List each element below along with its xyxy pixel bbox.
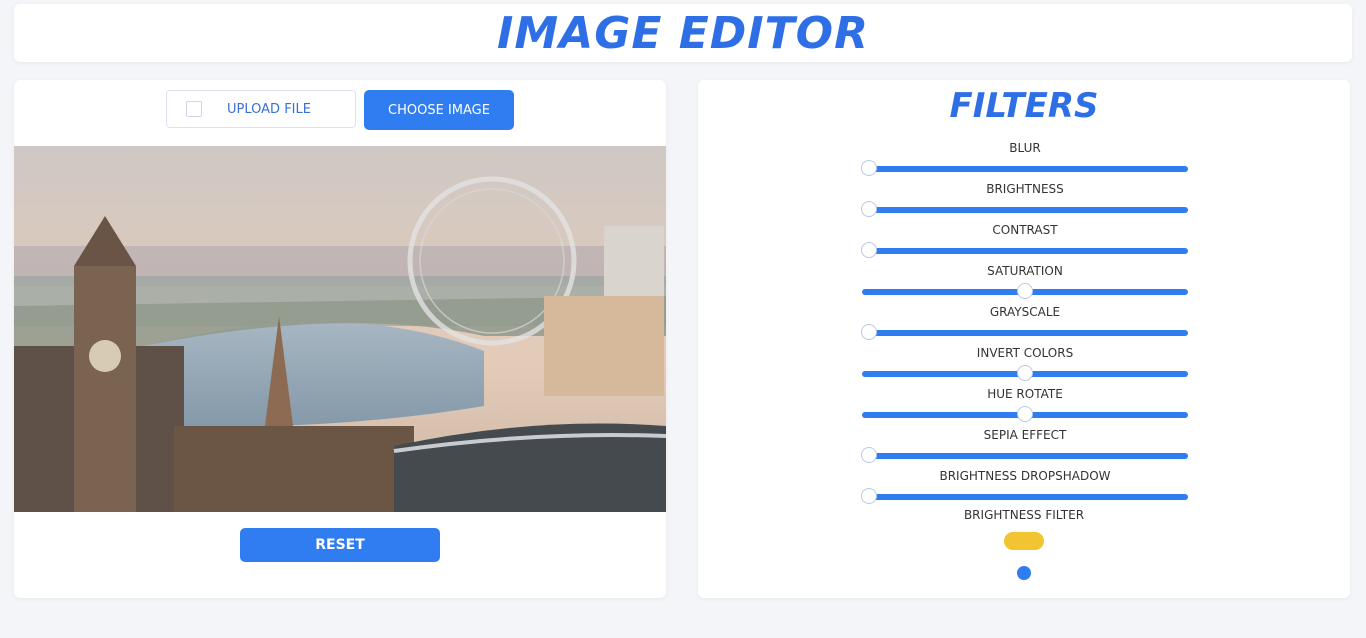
filter-slider[interactable] (862, 365, 1188, 381)
slider-thumb[interactable] (1017, 406, 1033, 422)
filter-item: CONTRAST (860, 222, 1188, 263)
slider-thumb[interactable] (860, 242, 877, 258)
slider-thumb[interactable] (860, 488, 877, 504)
app-title: IMAGE EDITOR (497, 7, 869, 59)
filter-label: BRIGHTNESS (986, 182, 1064, 196)
filter-slider[interactable] (862, 406, 1188, 422)
brightness-filter-label: BRIGHTNESS FILTER (963, 508, 1085, 522)
file-upload-input[interactable]: UPLOAD FILE (166, 90, 356, 128)
filter-item: BLUR (860, 140, 1188, 181)
filter-label: INVERT COLORS (976, 346, 1074, 360)
filter-slider[interactable] (862, 283, 1188, 299)
filter-label: GRAYSCALE (989, 305, 1061, 319)
choose-image-button[interactable]: CHOOSE IMAGE (364, 90, 514, 130)
filter-label: BRIGHTNESS DROPSHADOW (939, 469, 1111, 483)
filter-item: SATURATION (862, 263, 1188, 304)
filters-list: BLUR BRIGHTNESS CONTRAST SATURATION GRAYSCAL… (860, 140, 1188, 509)
filter-label: SATURATION (987, 264, 1063, 278)
slider-track (862, 166, 1188, 172)
slider-thumb[interactable] (860, 447, 877, 463)
filter-item: INVERT COLORS (862, 345, 1188, 386)
reset-button[interactable]: RESET (240, 528, 440, 562)
slider-track (862, 330, 1188, 336)
filter-slider[interactable] (860, 488, 1188, 504)
slider-track (862, 207, 1188, 213)
filter-item: GRAYSCALE (860, 304, 1188, 345)
slider-track (862, 453, 1188, 459)
filter-slider[interactable] (860, 324, 1188, 340)
filter-item: HUE ROTATE (862, 386, 1188, 427)
image-preview (14, 146, 666, 512)
slider-track (862, 248, 1188, 254)
filters-panel: FILTERS BLUR BRIGHTNESS CONTRAST SATURATION… (698, 80, 1350, 598)
slider-track (862, 494, 1188, 500)
filter-item: SEPIA EFFECT (860, 427, 1188, 468)
filter-label: HUE ROTATE (987, 387, 1063, 401)
brightness-filter-control: BRIGHTNESS FILTER (698, 508, 1350, 580)
london-skyline-image (14, 146, 666, 512)
filter-item: BRIGHTNESS DROPSHADOW (860, 468, 1188, 509)
filter-label: BLUR (1009, 141, 1041, 155)
filter-slider[interactable] (860, 160, 1188, 176)
toolbar: UPLOAD FILE CHOOSE IMAGE (14, 90, 666, 130)
editor-panel: UPLOAD FILE CHOOSE IMAGE RESET (14, 80, 666, 598)
filter-slider[interactable] (860, 447, 1188, 463)
filter-label: CONTRAST (992, 223, 1058, 237)
app-header: IMAGE EDITOR (14, 4, 1352, 62)
file-icon (186, 101, 202, 117)
slider-thumb[interactable] (1017, 365, 1033, 381)
filter-item: BRIGHTNESS (860, 181, 1188, 222)
slider-thumb[interactable] (860, 201, 877, 217)
filter-slider[interactable] (860, 242, 1188, 258)
slider-thumb[interactable] (1017, 283, 1033, 299)
file-input-label: UPLOAD FILE (227, 101, 311, 117)
slider-thumb[interactable] (860, 160, 877, 176)
filters-title: FILTERS (949, 86, 1099, 126)
filter-label: SEPIA EFFECT (983, 428, 1067, 442)
brightness-filter-toggle[interactable] (1004, 532, 1044, 550)
slider-thumb[interactable] (860, 324, 877, 340)
filter-slider[interactable] (860, 201, 1188, 217)
option-radio[interactable] (1017, 566, 1031, 580)
